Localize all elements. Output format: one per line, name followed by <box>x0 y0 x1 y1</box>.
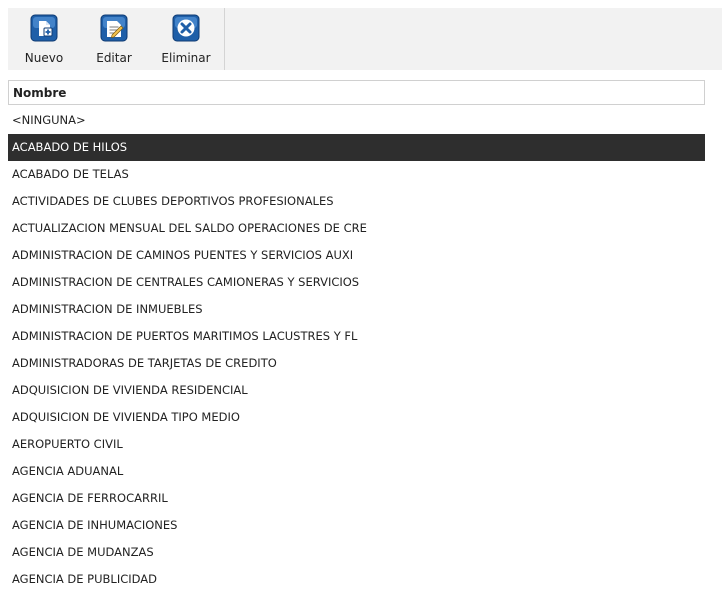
grid-list: <NINGUNA> ACABADO DE HILOS ACABADO DE TELA… <box>8 107 705 593</box>
table-row[interactable]: ADMINISTRACION DE CAMINOS PUENTES Y SERV… <box>8 242 705 269</box>
edit-document-icon <box>100 14 128 42</box>
new-document-icon <box>30 14 58 42</box>
table-row[interactable]: ACTUALIZACION MENSUAL DEL SALDO OPERACIO… <box>8 215 705 242</box>
delete-x-icon <box>172 14 200 42</box>
toolbar-button-group: Nuevo Editar Eliminar <box>8 8 225 70</box>
grid-column-header[interactable]: Nombre <box>8 80 705 105</box>
table-row[interactable]: ACABADO DE HILOS <box>8 134 705 161</box>
table-row[interactable]: ADQUISICION DE VIVIENDA RESIDENCIAL <box>8 377 705 404</box>
eliminar-button-label: Eliminar <box>161 51 211 65</box>
eliminar-button[interactable]: Eliminar <box>148 8 224 70</box>
editar-button-label: Editar <box>96 51 132 65</box>
table-row[interactable]: ACABADO DE TELAS <box>8 161 705 188</box>
table-row[interactable]: AGENCIA ADUANAL <box>8 458 705 485</box>
table-row[interactable]: <NINGUNA> <box>8 107 705 134</box>
table-row[interactable]: ADMINISTRACION DE CENTRALES CAMIONERAS Y… <box>8 269 705 296</box>
table-row[interactable]: AEROPUERTO CIVIL <box>8 431 705 458</box>
nuevo-button-label: Nuevo <box>24 51 64 65</box>
table-row[interactable]: ACTIVIDADES DE CLUBES DEPORTIVOS PROFESI… <box>8 188 705 215</box>
table-row[interactable]: ADMINISTRADORAS DE TARJETAS DE CREDITO <box>8 350 705 377</box>
column-header-nombre: Nombre <box>13 86 67 100</box>
table-row[interactable]: ADMINISTRACION DE INMUEBLES <box>8 296 705 323</box>
table-row[interactable]: AGENCIA DE INHUMACIONES <box>8 512 705 539</box>
toolbar: Nuevo Editar Eliminar <box>8 8 722 70</box>
table-row[interactable]: AGENCIA DE MUDANZAS <box>8 539 705 566</box>
nuevo-button[interactable]: Nuevo <box>8 8 80 70</box>
table-row[interactable]: AGENCIA DE PUBLICIDAD <box>8 566 705 593</box>
table-row[interactable]: ADMINISTRACION DE PUERTOS MARITIMOS LACU… <box>8 323 705 350</box>
editar-button[interactable]: Editar <box>80 8 148 70</box>
table-row[interactable]: ADQUISICION DE VIVIENDA TIPO MEDIO <box>8 404 705 431</box>
table-row[interactable]: AGENCIA DE FERROCARRIL <box>8 485 705 512</box>
